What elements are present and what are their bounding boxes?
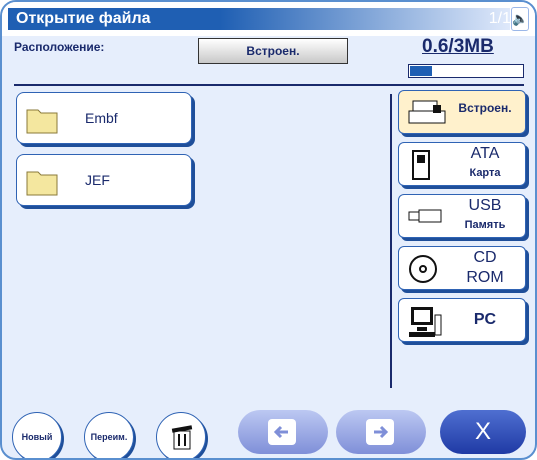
title-gradient <box>220 8 510 30</box>
device-label: PC <box>473 311 497 328</box>
device-usb-button[interactable]: USB Память <box>398 194 526 238</box>
device-divider <box>390 94 392 388</box>
folder-icon <box>25 163 59 202</box>
folder-name: JEF <box>85 172 110 188</box>
title-bar: Открытие файла 1/1 🔈 <box>2 2 535 36</box>
capacity-bar-fill <box>410 66 432 76</box>
device-ata-button[interactable]: ATA Карта <box>398 142 526 186</box>
device-label: CD <box>473 249 497 266</box>
usb-stick-icon <box>407 201 443 236</box>
capacity-text: 0.6/3MB <box>422 36 494 57</box>
card-icon <box>407 149 435 186</box>
sewing-machine-icon <box>407 97 447 132</box>
location-field: Встроен. <box>198 38 348 64</box>
device-label: USB <box>468 197 502 214</box>
folder-item-jef[interactable]: JEF <box>16 154 192 206</box>
cd-icon <box>407 253 439 290</box>
speaker-icon[interactable]: 🔈 <box>511 7 529 31</box>
folder-name: Embf <box>85 110 118 126</box>
pc-icon <box>407 305 443 344</box>
delete-button[interactable] <box>156 412 206 458</box>
device-builtin-button[interactable]: Встроен. <box>398 90 526 134</box>
device-sublabel: Карта <box>469 167 501 179</box>
arrow-right-icon <box>366 419 394 445</box>
arrow-left-icon <box>268 419 296 445</box>
trash-icon <box>170 423 194 458</box>
rename-button[interactable]: Переим. <box>84 412 134 458</box>
folder-item-embf[interactable]: Embf <box>16 92 192 144</box>
capacity-bar <box>408 64 524 78</box>
folder-icon <box>25 101 59 140</box>
page-indicator: 1/1 <box>488 10 511 27</box>
next-page-button[interactable] <box>336 410 426 454</box>
prev-page-button[interactable] <box>238 410 328 454</box>
location-label: Расположение: <box>14 40 105 54</box>
device-label: ATA <box>470 145 500 162</box>
file-open-window: Открытие файла 1/1 🔈 Расположение: Встро… <box>0 0 537 460</box>
window-title: Открытие файла <box>8 8 220 30</box>
device-sublabel: ROM <box>466 269 504 286</box>
device-label: Встроен. <box>458 101 512 115</box>
device-sublabel: Память <box>464 219 506 231</box>
close-button[interactable]: X <box>440 410 526 454</box>
new-folder-button[interactable]: Новый <box>12 412 62 458</box>
device-cd-button[interactable]: CD ROM <box>398 246 526 290</box>
header-divider <box>14 84 524 86</box>
device-pc-button[interactable]: PC <box>398 298 526 342</box>
